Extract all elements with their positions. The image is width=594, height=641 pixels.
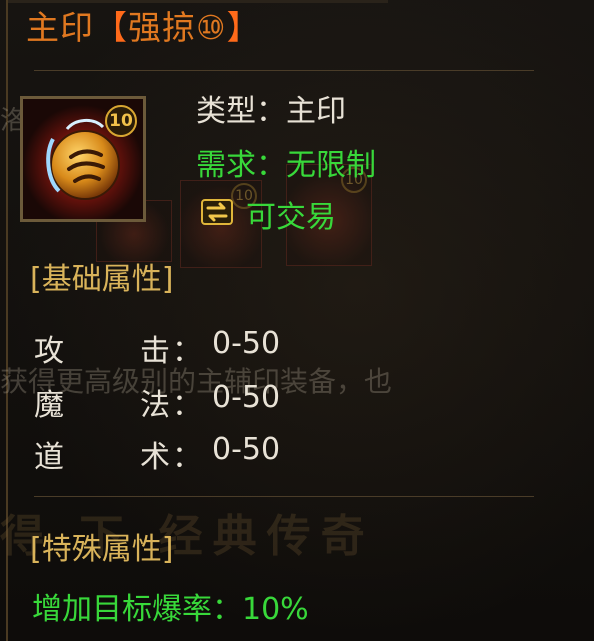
special-attributes-title: [特殊属性] xyxy=(30,532,174,567)
item-type-value: 主印 xyxy=(286,94,346,129)
item-title: 主印【强掠⑩】 xyxy=(26,6,261,50)
divider xyxy=(34,70,534,71)
stat-name-char: 法 xyxy=(140,388,170,423)
item-requirement: 需求：无限制 xyxy=(196,140,376,184)
title-bracket-open: 【 xyxy=(94,8,128,47)
item-type-label: 类型： xyxy=(196,94,286,129)
item-tooltip: 洛 10 10 获得更高级别的主辅印装备，也 得 下 经典传奇 主印【强掠⑩】 xyxy=(0,0,594,641)
tradable-label: 可交易 xyxy=(246,200,336,235)
divider xyxy=(34,496,534,497)
item-title-main: 主印 xyxy=(26,8,94,47)
requirement-value: 无限制 xyxy=(286,148,376,183)
stat-name-char: 道 xyxy=(34,440,64,475)
stat-value: 0-50 xyxy=(212,380,281,415)
item-title-suffix: 强掠⑩ xyxy=(128,8,227,47)
trade-icon xyxy=(201,199,233,225)
stat-name-char: 术 xyxy=(140,440,170,475)
stat-name-char: 魔 xyxy=(34,388,64,423)
stat-colon: ： xyxy=(172,334,202,369)
special-attribute-drop-rate: 增加目标爆率：10% xyxy=(32,592,309,627)
requirement-label: 需求： xyxy=(196,148,286,183)
stat-name-char: 攻 xyxy=(34,334,64,369)
stat-name-char: 击 xyxy=(140,334,170,369)
title-bracket-close: 】 xyxy=(226,8,261,47)
stat-value: 0-50 xyxy=(212,326,281,361)
stat-colon: ： xyxy=(172,388,202,423)
item-icon-frame: 10 xyxy=(20,96,146,222)
level-badge: 10 xyxy=(105,105,137,137)
stat-value: 0-50 xyxy=(212,432,281,467)
tooltip-top-border xyxy=(8,0,388,3)
base-attributes-title: [基础属性] xyxy=(30,262,174,297)
stat-colon: ： xyxy=(172,440,202,475)
item-type: 类型：主印 xyxy=(196,86,346,130)
